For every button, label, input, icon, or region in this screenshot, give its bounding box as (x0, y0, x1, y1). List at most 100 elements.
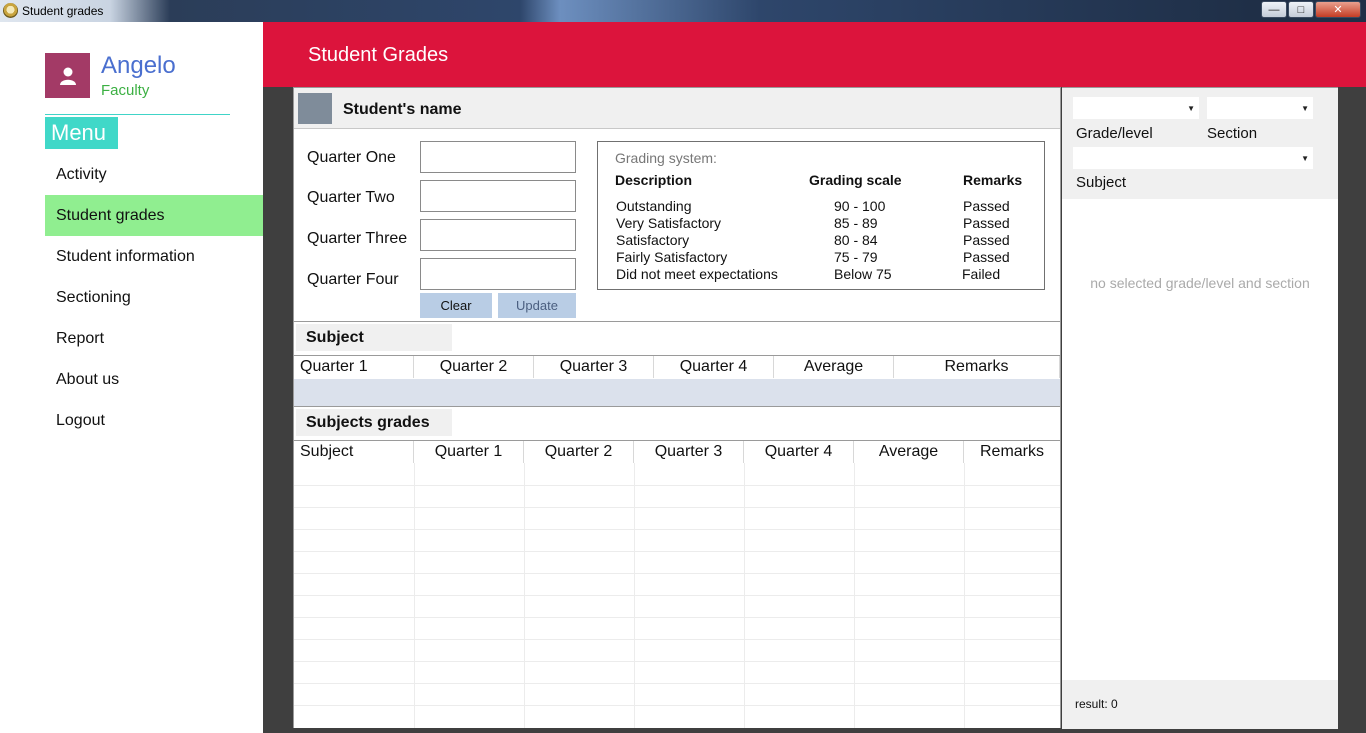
grading-header-description: Description (615, 172, 693, 188)
page-header: Student Grades (263, 22, 1366, 87)
window-edge (1338, 87, 1366, 733)
column-header[interactable]: Quarter 4 (654, 356, 774, 378)
row-divider (294, 529, 1060, 530)
column-header[interactable]: Quarter 2 (524, 441, 634, 463)
column-divider (854, 463, 855, 728)
update-button[interactable]: Update (498, 293, 576, 318)
user-role: Faculty (101, 82, 150, 99)
column-header[interactable]: Quarter 4 (744, 441, 854, 463)
user-icon (59, 67, 76, 85)
column-header[interactable]: Quarter 1 (414, 441, 524, 463)
filter-panel: ▼ ▼ Grade/level Section ▼ Subject no sel… (1062, 87, 1338, 729)
sidebar-item-activity[interactable]: Activity (45, 154, 263, 195)
user-name: Angelo (101, 52, 176, 79)
page-title: Student Grades (308, 44, 449, 66)
student-name-label: Student's name (343, 101, 462, 118)
grading-remarks: Failed (962, 266, 1001, 282)
student-name-bar: Student's name (294, 88, 1060, 129)
result-bar: result: 0 (1062, 680, 1338, 729)
column-header[interactable]: Average (854, 441, 964, 463)
grade-level-label: Grade/level (1076, 125, 1153, 142)
quarter-three-input[interactable] (420, 219, 576, 251)
sidebar: Angelo Faculty Menu Activity Student gra… (0, 22, 263, 733)
close-icon: ✕ (1333, 4, 1343, 16)
divider (294, 406, 1060, 407)
row-divider (294, 485, 1060, 486)
window-title: Student grades (22, 4, 104, 18)
sidebar-item-about-us[interactable]: About us (45, 359, 263, 400)
subjects-grades-tab[interactable]: Subjects grades (296, 409, 452, 436)
maximize-icon: □ (1297, 3, 1305, 16)
sidebar-item-report[interactable]: Report (45, 318, 263, 359)
column-header[interactable]: Remarks (894, 356, 1060, 378)
table-row[interactable] (294, 379, 1060, 406)
subject-label: Subject (1076, 174, 1127, 191)
column-divider (634, 463, 635, 728)
section-select[interactable]: ▼ (1206, 96, 1314, 120)
row-divider (294, 573, 1060, 574)
column-header[interactable]: Remarks (964, 441, 1060, 463)
grading-description: Satisfactory (616, 232, 690, 248)
section-label: Section (1207, 125, 1258, 142)
column-header[interactable]: Quarter 3 (534, 356, 654, 378)
column-divider (964, 463, 965, 728)
quarter-one-input[interactable] (420, 141, 576, 173)
column-divider (524, 463, 525, 728)
maximize-button[interactable]: □ (1288, 1, 1314, 18)
sidebar-item-student-grades[interactable]: Student grades (45, 195, 263, 236)
row-divider (294, 639, 1060, 640)
grading-scale: 85 - 89 (834, 215, 878, 231)
sidebar-item-logout[interactable]: Logout (45, 400, 263, 441)
grading-header-remarks: Remarks (963, 172, 1023, 188)
grading-scale: Below 75 (834, 266, 892, 282)
quarter-three-label: Quarter Three (307, 230, 408, 247)
sidebar-item-sectioning[interactable]: Sectioning (45, 277, 263, 318)
column-header[interactable]: Average (774, 356, 894, 378)
row-divider (294, 507, 1060, 508)
divider (45, 114, 230, 115)
row-divider (294, 705, 1060, 706)
grading-scale: 75 - 79 (834, 249, 878, 265)
grading-scale: 90 - 100 (834, 198, 886, 214)
grading-remarks: Passed (963, 249, 1010, 265)
row-divider (294, 661, 1060, 662)
grading-description: Outstanding (616, 198, 692, 214)
grading-system-box: Grading system: Description Grading scal… (597, 141, 1045, 290)
chevron-down-icon: ▼ (1187, 104, 1195, 113)
grading-description: Very Satisfactory (616, 215, 722, 231)
subject-select[interactable]: ▼ (1072, 146, 1314, 170)
quarter-four-input[interactable] (420, 258, 576, 290)
grading-remarks: Passed (963, 198, 1010, 214)
grading-remarks: Passed (963, 232, 1010, 248)
window-titlebar: Student grades — □ ✕ (0, 0, 1366, 22)
column-header[interactable]: Quarter 3 (634, 441, 744, 463)
quarter-two-label: Quarter Two (307, 189, 395, 206)
column-header[interactable]: Subject (294, 441, 414, 463)
grading-header-scale: Grading scale (809, 172, 902, 188)
column-header[interactable]: Quarter 2 (414, 356, 534, 378)
student-photo (298, 93, 332, 124)
column-header[interactable]: Quarter 1 (294, 356, 414, 378)
clear-button[interactable]: Clear (420, 293, 492, 318)
chevron-down-icon: ▼ (1301, 154, 1309, 163)
grade-level-select[interactable]: ▼ (1072, 96, 1200, 120)
close-button[interactable]: ✕ (1315, 1, 1361, 18)
minimize-icon: — (1268, 3, 1280, 16)
row-divider (294, 595, 1060, 596)
row-divider (294, 551, 1060, 552)
avatar (45, 53, 90, 98)
grades-panel: Student's name Quarter One Quarter Two Q… (293, 87, 1061, 728)
divider (294, 321, 1060, 322)
sidebar-item-student-information[interactable]: Student information (45, 236, 263, 277)
grading-remarks: Passed (963, 215, 1010, 231)
quarter-four-label: Quarter Four (307, 271, 399, 288)
menu-header: Menu (45, 117, 118, 149)
grading-description: Did not meet expectations (616, 266, 778, 282)
app-icon (3, 3, 18, 18)
subject-tab[interactable]: Subject (296, 324, 452, 351)
titlebar-background (0, 0, 1366, 22)
minimize-button[interactable]: — (1261, 1, 1287, 18)
quarter-two-input[interactable] (420, 180, 576, 212)
grading-description: Fairly Satisfactory (616, 249, 728, 265)
row-divider (294, 617, 1060, 618)
